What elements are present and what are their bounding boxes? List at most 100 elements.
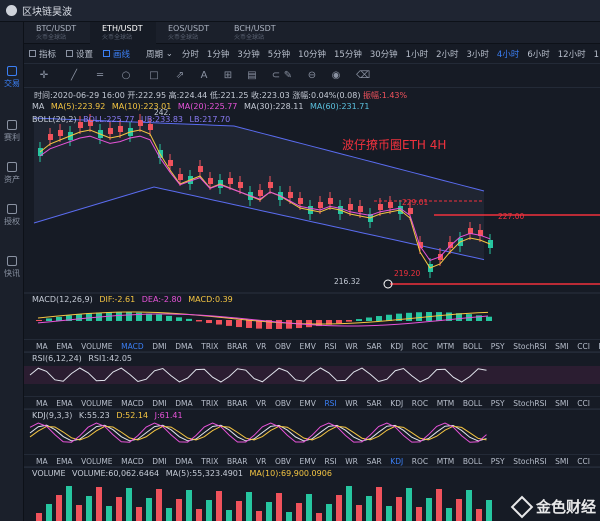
tab-bch-usdt[interactable]: BCH/USDT 火币全球站 [222,22,288,44]
indicator-tab-brar[interactable]: BRAR [227,457,247,466]
indicator-tab-stochrsi[interactable]: StochRSI [513,342,546,351]
timeframe-1[interactable]: 1分钟 [203,48,233,60]
indicator-tab-dma[interactable]: DMA [175,457,192,466]
indicator-tab-boll[interactable]: BOLL [463,457,482,466]
timeframe-12[interactable]: 12小时 [554,48,590,60]
magnet-icon[interactable]: ⊂ [270,70,282,82]
indicator-tab-rsi[interactable]: RSI [324,457,336,466]
indicator-tab-dmi[interactable]: DMI [152,457,166,466]
period-dropdown[interactable]: 周期 ⌄ [141,48,178,60]
indicator-tab-boll[interactable]: BOLL [463,342,482,351]
indicator-tab-macd[interactable]: MACD [121,399,143,408]
sidebar-item-assets[interactable]: 资产 [0,162,24,185]
indicator-tab-vr[interactable]: VR [256,457,266,466]
indicator-tab-kdj[interactable]: KDJ [390,457,403,466]
indicator-tab-rsi[interactable]: RSI [324,342,336,351]
indicator-tab-psy[interactable]: PSY [491,399,505,408]
indicator-tab-kdj[interactable]: KDJ [390,399,403,408]
line-tool-icon[interactable]: ╱ [68,70,80,82]
circle-tool-icon[interactable]: ○ [120,70,132,82]
text-tool-icon[interactable]: A [198,70,210,82]
indicator-tab-wr[interactable]: WR [345,399,358,408]
sidebar-item-trade[interactable]: 交易 [0,66,24,89]
timeframe-11[interactable]: 6小时 [523,48,553,60]
indicator-tab-sar[interactable]: SAR [366,457,381,466]
indicator-tab-trix[interactable]: TRIX [201,342,218,351]
indicator-tab-dma[interactable]: DMA [175,342,192,351]
indicator-tab-ma[interactable]: MA [36,342,48,351]
indicator-tab-cci[interactable]: CCI [577,457,590,466]
indicator-tab-brar[interactable]: BRAR [227,342,247,351]
indicator-tab-volume[interactable]: VOLUME [81,342,112,351]
timeframe-8[interactable]: 2小时 [432,48,462,60]
settings-button[interactable]: 设置 [61,48,98,60]
indicator-tab-vr[interactable]: VR [256,399,266,408]
indicator-tab-emv[interactable]: EMV [300,457,316,466]
timeframe-0[interactable]: 分时 [178,48,203,60]
indicator-tab-boll[interactable]: BOLL [463,399,482,408]
timeframe-4[interactable]: 10分钟 [294,48,330,60]
rect-tool-icon[interactable]: □ [148,70,160,82]
fib-tool-icon[interactable]: ▤ [246,70,258,82]
indicator-tab-ema[interactable]: EMA [56,457,72,466]
hline-tool-icon[interactable]: ═ [94,70,106,82]
indicator-tab-volume[interactable]: VOLUME [81,457,112,466]
indicator-button[interactable]: 指标 [24,48,61,60]
indicator-tab-smi[interactable]: SMI [555,399,568,408]
indicator-tab-cci[interactable]: CCI [577,342,590,351]
delete-icon[interactable]: ⌫ [356,70,370,82]
indicator-tab-vr[interactable]: VR [256,342,266,351]
indicator-tab-dmi[interactable]: DMI [152,342,166,351]
indicator-tab-dmi[interactable]: DMI [152,399,166,408]
tab-eth-usdt[interactable]: ETH/USDT 火币全球站 [90,22,156,44]
indicator-tab-brar[interactable]: BRAR [227,399,247,408]
indicator-tab-ema[interactable]: EMA [56,399,72,408]
indicator-tab-trix[interactable]: TRIX [201,457,218,466]
indicator-tab-sar[interactable]: SAR [366,342,381,351]
timeframe-9[interactable]: 3小时 [463,48,493,60]
indicator-tab-psy[interactable]: PSY [491,342,505,351]
indicator-tab-dma[interactable]: DMA [175,399,192,408]
draw-button[interactable]: 画线 [98,48,135,60]
indicator-tab-macd[interactable]: MACD [121,342,143,351]
timeframe-5[interactable]: 15分钟 [330,48,366,60]
indicator-tab-obv[interactable]: OBV [275,399,291,408]
indicator-tab-smi[interactable]: SMI [555,457,568,466]
indicator-tab-wr[interactable]: WR [345,342,358,351]
indicator-tab-obv[interactable]: OBV [275,457,291,466]
indicator-tab-psy[interactable]: PSY [491,457,505,466]
indicator-tab-rsi[interactable]: RSI [324,399,336,408]
measure-tool-icon[interactable]: ⊞ [222,70,234,82]
indicator-tab-cci[interactable]: CCI [577,399,590,408]
indicator-tab-wr[interactable]: WR [345,457,358,466]
tab-eos-usdt[interactable]: EOS/USDT 火币全球站 [156,22,222,44]
lock-icon[interactable]: ⊖ [306,70,318,82]
timeframe-10[interactable]: 4小时 [493,48,523,60]
indicator-tab-stochrsi[interactable]: StochRSI [513,399,546,408]
pen-icon[interactable]: ✎ [282,70,294,82]
indicator-tab-stochrsi[interactable]: StochRSI [513,457,546,466]
indicator-tab-ma[interactable]: MA [36,457,48,466]
indicator-tab-ema[interactable]: EMA [56,342,72,351]
arrow-tool-icon[interactable]: ⇗ [174,70,186,82]
timeframe-2[interactable]: 3分钟 [233,48,263,60]
sidebar-item-news[interactable]: 快讯 [0,256,24,279]
timeframe-6[interactable]: 30分钟 [366,48,402,60]
indicator-tab-roc[interactable]: ROC [412,342,428,351]
indicator-tab-smi[interactable]: SMI [555,342,568,351]
indicator-tab-macd[interactable]: MACD [121,457,143,466]
chart-area[interactable]: 时间:2020-06-29 16:00 开:222.95 高:224.44 低:… [24,88,600,521]
indicator-tab-obv[interactable]: OBV [275,342,291,351]
indicator-tab-trix[interactable]: TRIX [201,399,218,408]
timeframe-13[interactable]: 1日 [590,48,600,60]
indicator-tab-roc[interactable]: ROC [412,399,428,408]
indicator-tab-sar[interactable]: SAR [366,399,381,408]
indicator-tab-ma[interactable]: MA [36,399,48,408]
sidebar-item-contract[interactable]: 赛利 [0,120,24,143]
indicator-tab-emv[interactable]: EMV [300,342,316,351]
indicator-tab-mtm[interactable]: MTM [437,457,455,466]
crosshair-icon[interactable]: ✛ [38,70,50,82]
eye-icon[interactable]: ◉ [330,70,342,82]
sidebar-item-authorize[interactable]: 授权 [0,204,24,227]
indicator-tab-mtm[interactable]: MTM [437,399,455,408]
